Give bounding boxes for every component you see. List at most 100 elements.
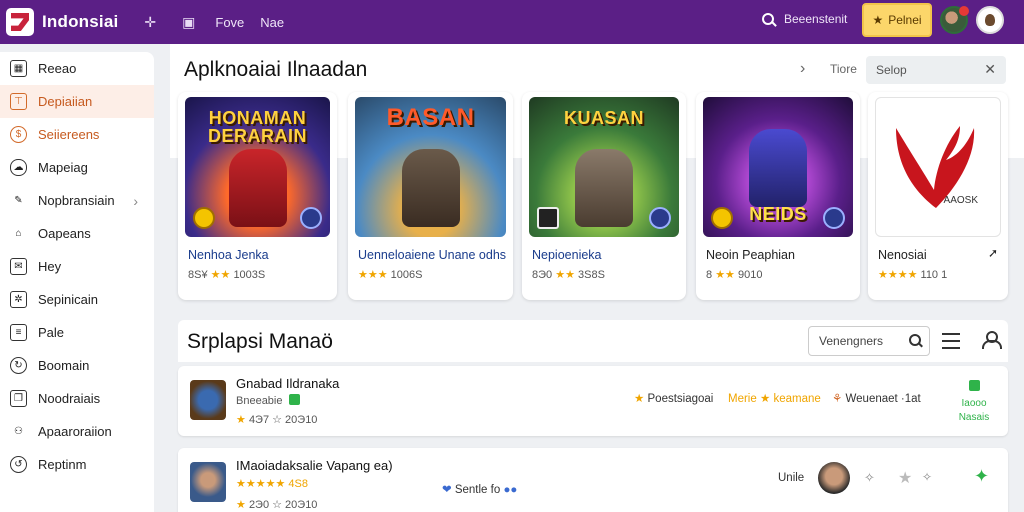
nav-link-fove[interactable]: Fove	[215, 15, 244, 30]
profile-avatar[interactable]	[976, 6, 1004, 34]
list-item-tag-secondary: ⚘ Weuenaet ·1at	[832, 393, 921, 405]
sidebar-item-reptinm[interactable]: ↺ Reptinm	[0, 448, 154, 481]
sidebar-item-nopbransiain[interactable]: ✎ Nopbransiain ›	[0, 184, 154, 217]
mail-icon: ✉	[10, 258, 27, 275]
sidebar-item-label: Noodraiais	[38, 391, 101, 406]
sidebar-item-oapeans[interactable]: ⌂ Oapeans	[0, 217, 154, 250]
app-card[interactable]: KUASAN Nepioenieka 8Э0 ★★ 3S8S	[522, 92, 686, 300]
app-thumbnail: HONAMAN DERARAIN	[185, 97, 330, 237]
sparkle-icon[interactable]: ✧	[864, 470, 875, 486]
list-item-sub: ★★★★★ 4S8	[236, 478, 308, 490]
sidebar-item-label: Boomain	[38, 358, 90, 373]
app-rating: 8S¥ ★★ 1003S	[188, 269, 266, 281]
search-icon	[762, 13, 774, 25]
hero-figure	[749, 129, 807, 207]
hero-figure	[401, 149, 460, 227]
notification-dot	[959, 6, 969, 16]
list-item[interactable]: IMaoiadaksalie Vapang ea) ★★★★★ 4S8 ★ 2Э…	[178, 448, 1008, 512]
list-item-name: IMaoiadaksalie Vapang ea)	[236, 458, 393, 473]
crosshair-icon[interactable]: ✛	[144, 14, 156, 31]
sidebar-item-hey[interactable]: ✉ Hey	[0, 250, 154, 283]
people-icon: ⚇	[14, 426, 23, 437]
user-avatar[interactable]	[940, 6, 969, 34]
sidebar-item-label: Pale	[38, 325, 65, 340]
list-item-tag-accent: Merie ★ keamane	[728, 393, 821, 405]
app-logo[interactable]	[6, 8, 34, 36]
green-star-icon[interactable]: ✦	[974, 466, 989, 487]
sidebar-item-label: Oapeans	[38, 226, 91, 241]
sidebar-item-boomain[interactable]: ↻ Boomain	[0, 349, 154, 382]
thumbnail-title: HONAMAN DERARAIN	[207, 108, 307, 146]
sidebar-item-label: Depiaiian	[38, 94, 93, 109]
sidebar-item-label: Nopbransiain	[38, 193, 115, 208]
sidebar-item-seiiereens[interactable]: $ Seiiereens	[0, 118, 154, 151]
hero-figure	[575, 149, 633, 227]
list-item-tag: ★ Poestsiagoai	[634, 393, 714, 405]
nav-link-nae[interactable]: Nae	[260, 15, 284, 30]
sidebar: ▦ Reeao ⊤ Depiaiian $ Seiiereens ☁ Mapeiag ✎…	[0, 52, 154, 512]
app-thumbnail: NEIDS	[703, 97, 853, 237]
sparkle-icon[interactable]: ✧	[922, 470, 932, 484]
share-icon[interactable]: ➚	[988, 246, 998, 260]
premium-button[interactable]: ★ Pelnei	[862, 3, 932, 37]
sidebar-item-apaaroraiion[interactable]: ⚇ Apaaroraiion	[0, 415, 154, 448]
cloud-icon: ☁	[10, 159, 27, 176]
document-icon: ≡	[10, 324, 27, 341]
chevron-right-icon[interactable]: ›	[800, 60, 805, 78]
pen-icon: ✎	[14, 195, 23, 206]
sidebar-item-label: Hey	[38, 259, 62, 274]
chevron-right-icon: ›	[133, 192, 138, 209]
hero-figure	[228, 149, 287, 227]
app-name: Nepioenieka	[532, 248, 602, 262]
app-card[interactable]: BASAN Uenneloaiene Unane odhs ★★★ 1006S	[348, 92, 513, 300]
app-icon	[190, 380, 226, 420]
sidebar-item-sepinicain[interactable]: ✲ Sepinicain	[0, 283, 154, 316]
badge-icon	[537, 207, 559, 229]
app-rating: 8Э0 ★★ 3S8S	[532, 269, 605, 281]
thumbnail-title: BASAN	[386, 104, 475, 131]
sidebar-item-noodraiais[interactable]: ❐ Noodraiais	[0, 382, 154, 415]
sidebar-item-pale[interactable]: ≡ Pale	[0, 316, 154, 349]
list-item-tag-secondary: Unile	[778, 472, 805, 484]
filter-icon[interactable]	[942, 333, 960, 349]
grid-icon: ▦	[10, 60, 27, 77]
app-rating: ★★★ 1006S	[358, 269, 423, 281]
close-icon[interactable]: ✕	[984, 61, 996, 78]
premium-label: Pelnei	[888, 13, 922, 27]
app-card[interactable]: AAOSK Nenosiai ➚ ★★★★ 110 1	[868, 92, 1008, 300]
sidebar-item-mapeiag[interactable]: ☁ Mapeiag	[0, 151, 154, 184]
user-icon[interactable]	[982, 331, 1002, 349]
bookmark-icon: ❐	[10, 390, 27, 407]
app-thumbnail: BASAN	[355, 97, 506, 237]
featured-filter-input[interactable]: Selop ✕	[866, 56, 1006, 84]
top-search[interactable]: Beeenstenit	[762, 12, 847, 26]
star-icon[interactable]: ★	[898, 468, 912, 488]
status-badge: Iaooo Nasais	[952, 380, 996, 425]
app-card[interactable]: HONAMAN DERARAIN Nenhoa Jenka 8S¥ ★★ 100…	[178, 92, 337, 300]
app-name: Nenosiai	[878, 248, 927, 262]
app-name: Neoin Peaphian	[706, 248, 795, 262]
house-icon: ⌂	[15, 228, 22, 239]
badge-icon	[193, 207, 215, 229]
app-name: Uenneloaiene Unane odhs	[358, 248, 507, 262]
sidebar-item-label: Sepinicain	[38, 292, 98, 307]
puzzle-icon: ✲	[10, 291, 27, 308]
featured-header-label[interactable]: Tiore	[830, 62, 857, 76]
window-icon[interactable]: ▣	[182, 14, 195, 31]
sidebar-item-label: Reptinm	[38, 457, 87, 472]
star-icon: ★	[872, 13, 884, 27]
sidebar-item-label: Reeao	[38, 61, 77, 76]
sidebar-item-reeao[interactable]: ▦ Reeao	[0, 52, 154, 85]
sidebar-item-label: Mapeiag	[38, 160, 88, 175]
list-item[interactable]: Gnabad Ildranaka Bneeabie ★ 4Э7 ☆ 20Э10 …	[178, 366, 1008, 436]
list-item-tag: ❤ Sentle fo ●●	[442, 484, 518, 496]
app-title: Indonsiai	[42, 12, 119, 31]
badge-icon	[649, 207, 671, 229]
featured-title: Aplknoaiai Ilnaadan	[184, 58, 368, 81]
thumbnail-title: AAOSK	[943, 195, 978, 206]
app-card[interactable]: NEIDS Neoin Peaphian 8 ★★ 9010	[696, 92, 860, 300]
sidebar-item-label: Seiiereens	[38, 127, 100, 142]
sort-dropdown[interactable]: Venengners	[808, 326, 930, 356]
sidebar-item-depiaiian[interactable]: ⊤ Depiaiian	[0, 85, 154, 118]
star-icon: ★	[634, 393, 645, 405]
